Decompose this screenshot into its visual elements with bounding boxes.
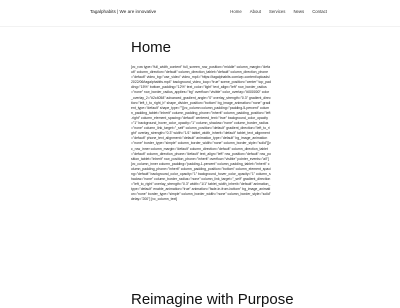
shortcode-content: [vc_row type="full_width_content" full_s… [131, 65, 271, 202]
site-title[interactable]: Tagalphabits | We are innovative [90, 9, 156, 14]
site-header: Tagalphabits | We are innovative Home Ab… [0, 0, 400, 27]
page-title: Home [131, 39, 172, 56]
main-nav: Home About Services News Contact [230, 9, 327, 14]
nav-item-about[interactable]: About [250, 9, 261, 14]
nav-item-contact[interactable]: Contact [312, 9, 327, 14]
nav-item-home[interactable]: Home [230, 9, 241, 14]
nav-item-services[interactable]: Services [269, 9, 285, 14]
nav-item-news[interactable]: News [293, 9, 304, 14]
